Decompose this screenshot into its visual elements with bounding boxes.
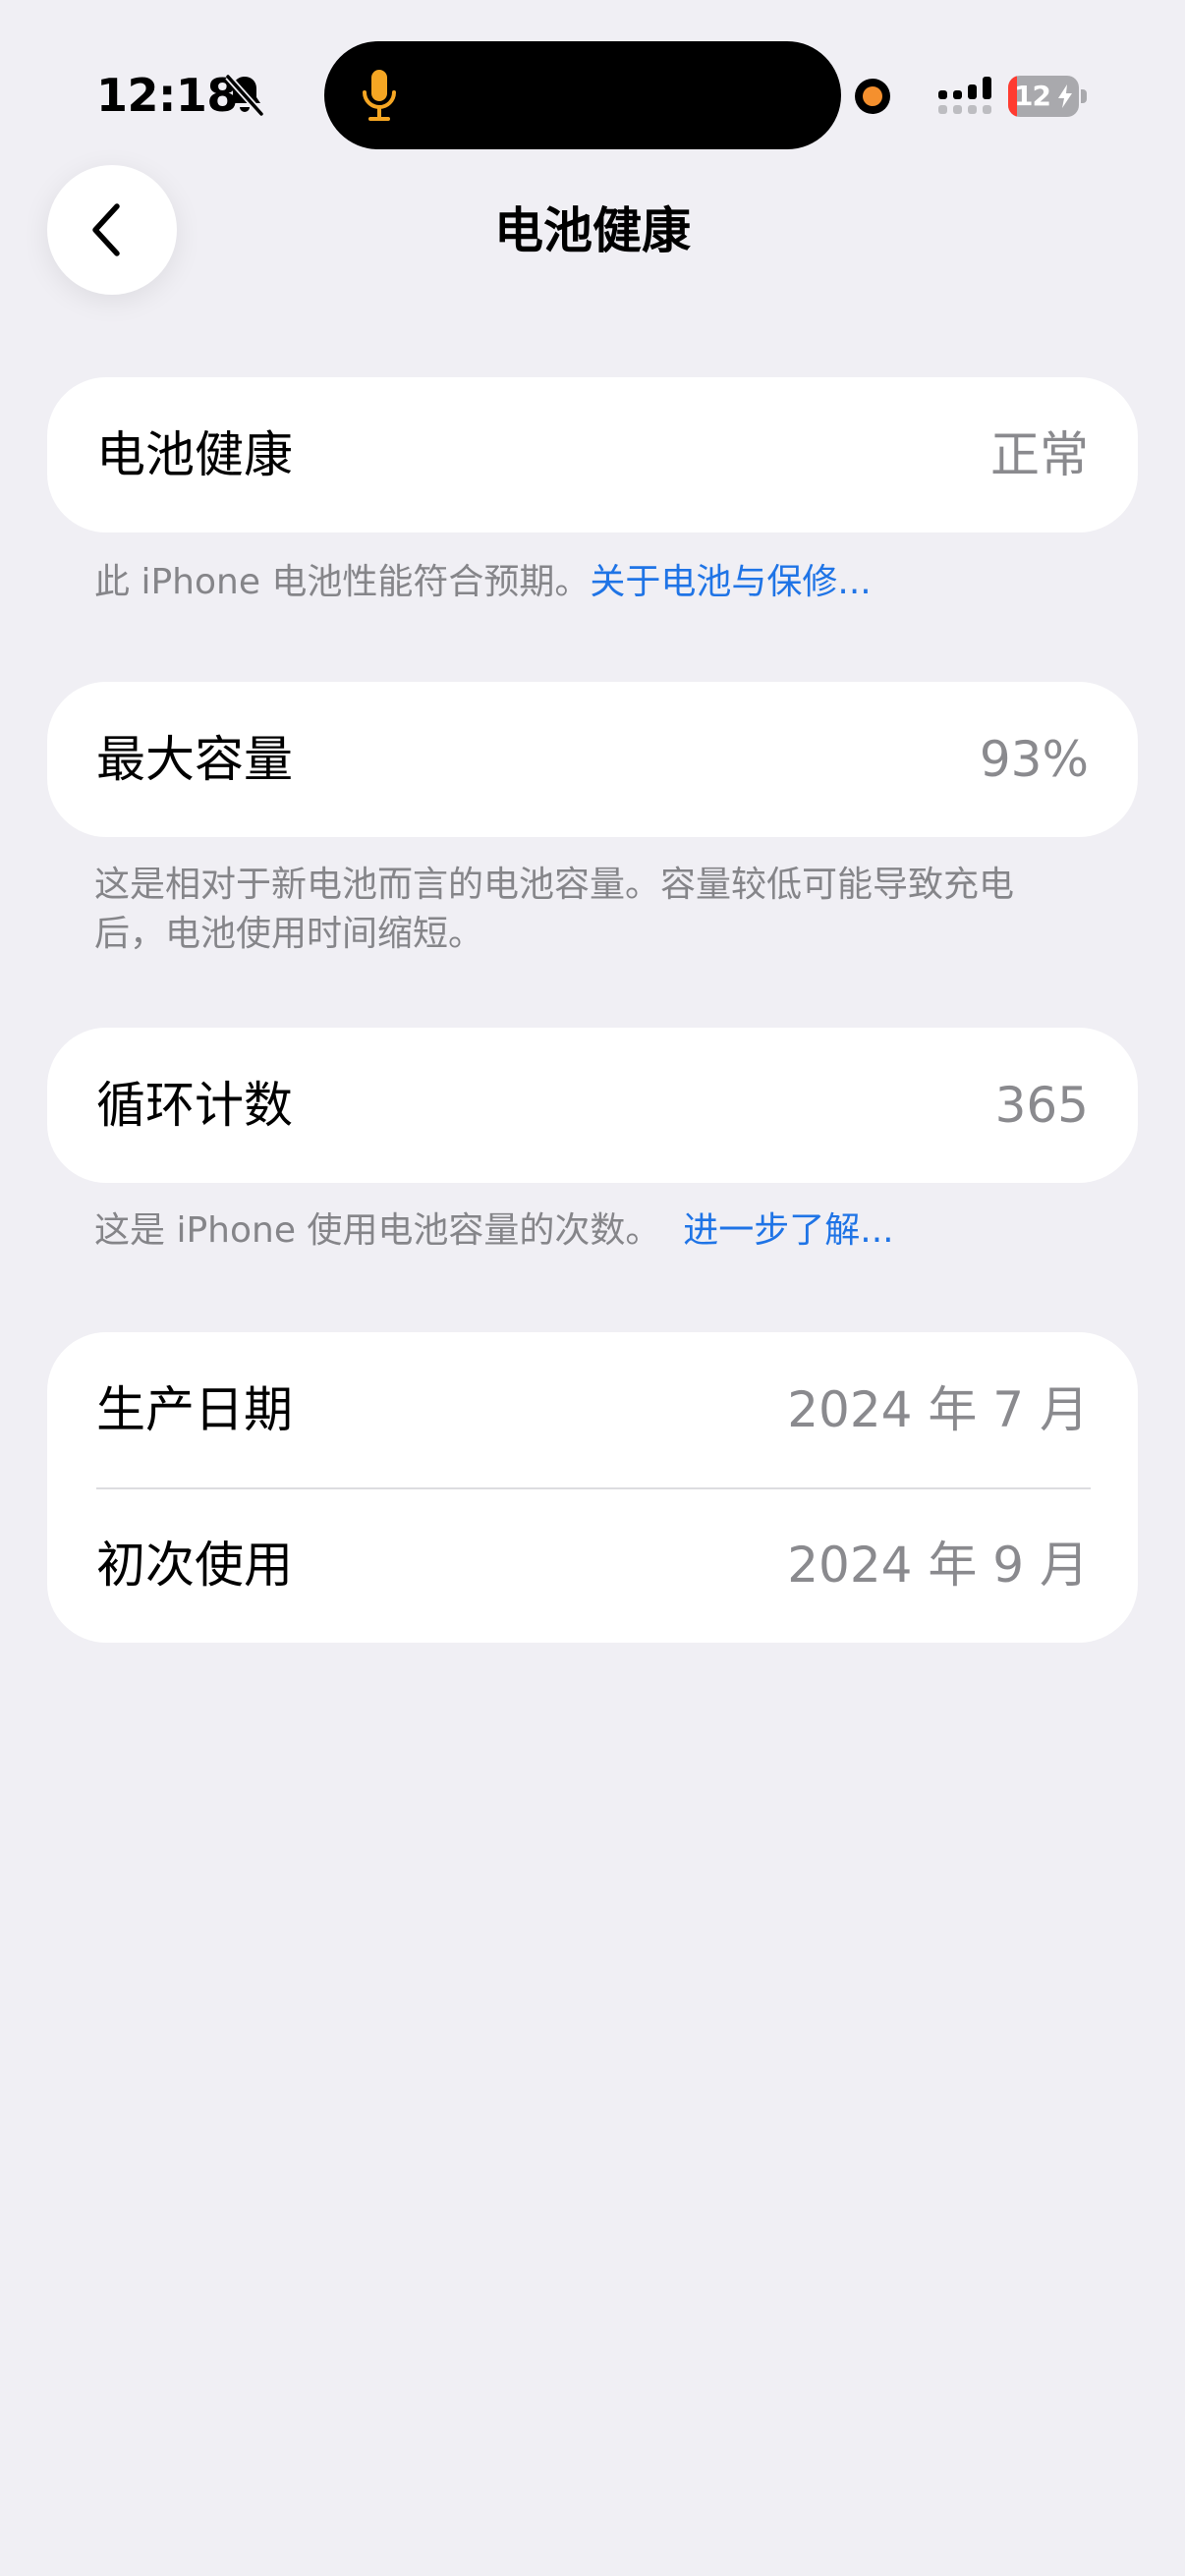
status-bar: 12:18 12: [0, 0, 1185, 149]
battery-health-footer: 此 iPhone 电池性能符合预期。关于电池与保修...: [94, 558, 1057, 607]
cycle-count-card: 循环计数 365: [47, 1028, 1138, 1183]
microphone-icon: [363, 70, 396, 121]
manufacture-date-value: 2024 年 7 月: [787, 1381, 1089, 1438]
dynamic-island[interactable]: [324, 41, 841, 149]
first-use-value: 2024 年 9 月: [787, 1537, 1089, 1594]
battery-health-row: 电池健康 正常: [47, 377, 1138, 532]
battery-charging-icon: 12: [1008, 76, 1087, 117]
charging-bolt-icon: [1058, 84, 1072, 108]
max-capacity-label: 最大容量: [96, 731, 293, 788]
bell-slash-icon: [225, 74, 264, 117]
cycle-count-footer: 这是 iPhone 使用电池容量的次数。 进一步了解...: [94, 1206, 1057, 1256]
cycle-count-footer-text: 这是 iPhone 使用电池容量的次数。: [94, 1210, 661, 1251]
cycle-count-value: 365: [994, 1077, 1089, 1134]
max-capacity-card: 最大容量 93%: [47, 682, 1138, 837]
max-capacity-value: 93%: [979, 731, 1089, 788]
first-use-row: 初次使用 2024 年 9 月: [47, 1487, 1138, 1643]
battery-health-footer-text: 此 iPhone 电池性能符合预期。: [94, 562, 591, 602]
page-title: 电池健康: [494, 202, 691, 259]
battery-dates-card: 生产日期 2024 年 7 月 初次使用 2024 年 9 月: [47, 1332, 1138, 1643]
learn-more-link[interactable]: 进一步了解...: [683, 1210, 893, 1251]
status-time: 12:18: [96, 69, 238, 122]
battery-body: 12: [1008, 76, 1079, 117]
recording-indicator-icon: [855, 79, 890, 114]
first-use-label: 初次使用: [96, 1537, 293, 1594]
manufacture-date-label: 生产日期: [96, 1381, 293, 1438]
max-capacity-footer: 这是相对于新电池而言的电池容量。容量较低可能导致充电后，电池使用时间缩短。: [94, 865, 1015, 954]
battery-health-card: 电池健康 正常: [47, 377, 1138, 532]
max-capacity-row: 最大容量 93%: [47, 682, 1138, 837]
manufacture-date-row: 生产日期 2024 年 7 月: [47, 1332, 1138, 1487]
cycle-count-row: 循环计数 365: [47, 1028, 1138, 1183]
cellular-signal-icon: [938, 77, 991, 114]
battery-health-value: 正常: [990, 426, 1089, 483]
cycle-count-label: 循环计数: [96, 1077, 293, 1134]
battery-warranty-link[interactable]: 关于电池与保修...: [590, 562, 871, 602]
battery-health-label: 电池健康: [96, 426, 293, 483]
battery-cap: [1081, 89, 1087, 103]
